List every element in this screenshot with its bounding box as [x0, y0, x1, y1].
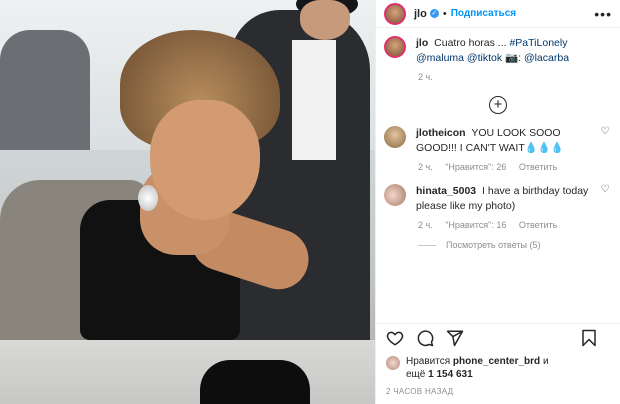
heart-icon[interactable] — [386, 329, 404, 347]
reply-button[interactable]: Ответить — [519, 162, 557, 172]
post-sidebar: jlo ✓ • Подписаться ••• jlo Cuatro horas… — [375, 0, 620, 404]
comment-meta: 2 ч. "Нравится": 16 Ответить — [418, 220, 612, 230]
instagram-post: jlo ✓ • Подписаться ••• jlo Cuatro horas… — [0, 0, 620, 404]
avatar[interactable] — [384, 36, 406, 58]
post-actions — [376, 323, 620, 351]
post-photo[interactable] — [0, 0, 375, 404]
photo-background-person — [0, 30, 90, 150]
comment-time: 2 ч. — [418, 220, 433, 230]
caption-credit-mention[interactable]: @lacarba — [524, 52, 569, 64]
load-more-comments: + — [384, 96, 612, 114]
likes-count[interactable]: 1 154 631 — [428, 369, 473, 380]
list-item: jlotheicon YOU LOOK SOOO GOOD!!! I CAN'T… — [384, 126, 612, 172]
likes-suffix: и — [542, 356, 549, 367]
comment-username[interactable]: hinata_5003 — [416, 185, 476, 197]
photo-detail — [138, 185, 158, 211]
caption-time-text: 2 ч. — [418, 72, 433, 82]
replies-line — [418, 244, 436, 246]
comments-section: jlo Cuatro horas ... #PaTiLonely @maluma… — [376, 28, 620, 323]
photo-detail — [150, 100, 260, 220]
caption-credit-prefix: 📷: — [505, 52, 524, 64]
photo-detail — [300, 0, 350, 40]
avatar[interactable] — [384, 2, 406, 25]
comment-username[interactable]: jlotheicon — [416, 127, 466, 139]
reply-button[interactable]: Ответить — [519, 220, 557, 230]
caption-time: 2 ч. — [418, 72, 612, 82]
caption-body: Cuatro horas ... — [434, 37, 510, 49]
comment-time: 2 ч. — [418, 162, 433, 172]
comment-likes[interactable]: "Нравится": 26 — [445, 162, 506, 172]
avatar[interactable] — [384, 126, 406, 148]
share-icon[interactable] — [446, 329, 464, 347]
like-comment-heart-icon[interactable]: ♡ — [598, 184, 612, 195]
list-item: hinata_5003 I have a birthday today plea… — [384, 184, 612, 230]
separator-dot: • — [442, 7, 447, 20]
caption-username[interactable]: jlo — [416, 37, 428, 49]
likes-prefix: Нравится — [406, 356, 451, 367]
header-username[interactable]: jlo — [414, 8, 427, 20]
follow-button[interactable]: Подписаться — [451, 8, 516, 19]
likes-text: Нравится phone_center_brd и ещё 1 154 63… — [406, 355, 549, 381]
view-replies[interactable]: Посмотреть ответы (5) — [418, 240, 612, 250]
likes-user[interactable]: phone_center_brd — [453, 356, 540, 367]
post-timestamp[interactable]: 2 ЧАСОВ НАЗАД — [376, 381, 620, 404]
comment-likes[interactable]: "Нравится": 16 — [445, 220, 506, 230]
comment-meta: 2 ч. "Нравится": 26 Ответить — [418, 162, 612, 172]
verified-badge-icon: ✓ — [429, 9, 439, 18]
avatar[interactable] — [384, 184, 406, 206]
comment-text: jlotheicon YOU LOOK SOOO GOOD!!! I CAN'T… — [416, 126, 594, 156]
view-replies-label[interactable]: Посмотреть ответы (5) — [446, 240, 541, 250]
photo-detail — [292, 40, 336, 160]
caption-hashtag[interactable]: #PaTiLonely — [509, 37, 567, 49]
post-header: jlo ✓ • Подписаться ••• — [376, 0, 620, 28]
caption-text: jlo Cuatro horas ... #PaTiLonely @maluma… — [416, 36, 612, 66]
likes-others-prefix: ещё — [406, 369, 426, 380]
photo-desk — [0, 340, 375, 404]
avatar[interactable] — [386, 356, 400, 370]
photo-detail — [200, 360, 310, 404]
load-more-comments-button[interactable]: + — [489, 96, 507, 114]
like-comment-heart-icon[interactable]: ♡ — [598, 126, 612, 137]
comment-icon[interactable] — [416, 329, 434, 347]
likes-summary: Нравится phone_center_brd и ещё 1 154 63… — [376, 351, 620, 381]
comment-text: hinata_5003 I have a birthday today plea… — [416, 184, 594, 214]
caption: jlo Cuatro horas ... #PaTiLonely @maluma… — [384, 36, 612, 66]
bookmark-icon[interactable] — [580, 329, 598, 347]
more-options-icon[interactable]: ••• — [594, 6, 612, 22]
caption-mentions[interactable]: @maluma @tiktok — [416, 52, 502, 64]
